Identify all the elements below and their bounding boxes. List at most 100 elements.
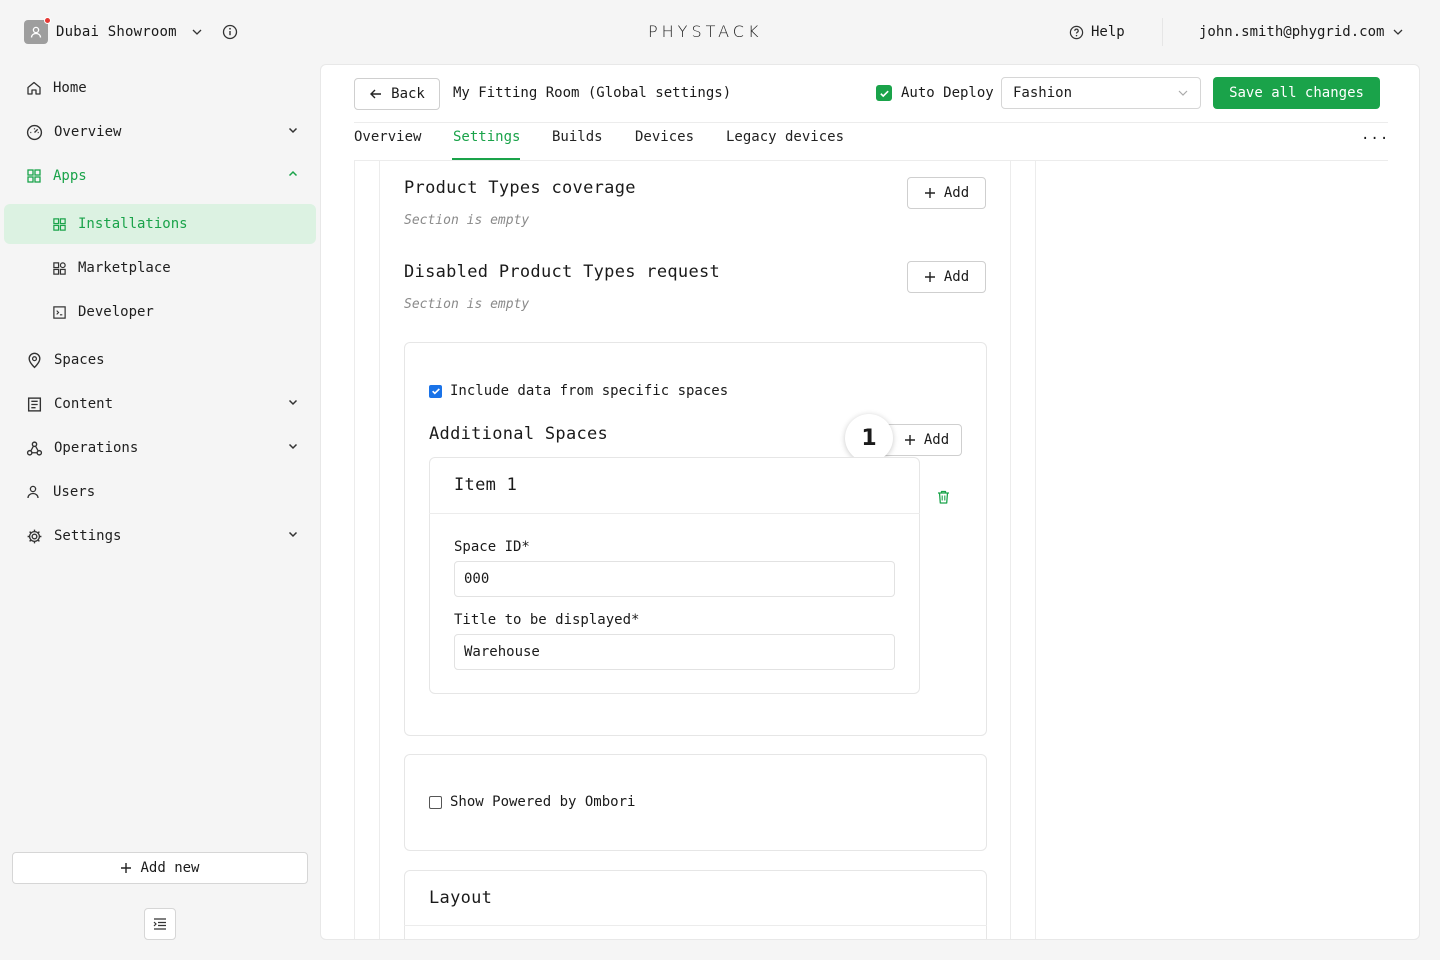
auto-deploy-checkbox[interactable] — [876, 85, 892, 101]
sidebar-item-label: Installations — [78, 216, 188, 232]
category-select[interactable]: Fashion — [1001, 77, 1201, 109]
chevron-down-icon — [1392, 26, 1404, 38]
display-title-input[interactable]: Warehouse — [454, 634, 895, 670]
auto-deploy-label: Auto Deploy — [901, 85, 994, 101]
notification-dot — [44, 17, 51, 24]
space-id-input[interactable]: 000 — [454, 561, 895, 597]
include-spaces-option[interactable]: Include data from specific spaces — [429, 383, 728, 399]
sidebar-item-label: Overview — [54, 124, 122, 140]
sidebar-item-marketplace[interactable]: Marketplace — [52, 256, 171, 280]
section-title: Product Types coverage — [404, 178, 636, 198]
sidebar-item-operations[interactable]: Operations — [26, 436, 316, 460]
plus-icon — [924, 271, 936, 283]
collapse-sidebar-button[interactable] — [144, 908, 176, 940]
sidebar-item-label: Developer — [78, 304, 154, 320]
user-menu[interactable]: john.smith@phygrid.com — [1199, 24, 1404, 40]
arrow-left-icon — [369, 87, 383, 101]
add-new-button[interactable]: Add new — [12, 852, 308, 884]
help-icon — [1069, 25, 1084, 40]
grid-icon — [52, 217, 67, 232]
sidebar-item-users[interactable]: Users — [26, 480, 95, 504]
sidebar-item-label: Content — [54, 396, 114, 412]
terminal-icon — [52, 305, 67, 320]
add-label: Add — [943, 185, 970, 201]
section-empty-text: Section is empty — [404, 213, 530, 228]
dashboard-icon — [26, 124, 43, 141]
sidebar-item-label: Spaces — [54, 352, 105, 368]
additional-spaces-title: Additional Spaces — [429, 424, 609, 444]
sidebar-item-installations[interactable]: Installations — [52, 212, 188, 236]
chevron-up-icon — [287, 168, 299, 180]
add-label: Add — [943, 269, 970, 285]
sidebar-item-spaces[interactable]: Spaces — [26, 348, 105, 372]
chevron-down-icon — [287, 528, 299, 540]
layout-title: Layout — [429, 888, 493, 908]
back-label: Back — [391, 86, 425, 102]
sidebar-item-overview[interactable]: Overview — [26, 120, 316, 144]
add-disabled-type-button[interactable]: Add — [907, 261, 986, 293]
gear-icon — [26, 528, 43, 545]
show-powered-option[interactable]: Show Powered by Ombori — [429, 794, 635, 810]
chevron-down-icon — [287, 396, 299, 408]
column-border — [354, 161, 355, 939]
include-spaces-label: Include data from specific spaces — [450, 383, 729, 399]
more-options-button[interactable]: ... — [1361, 127, 1389, 143]
help-button[interactable]: Help — [1069, 24, 1125, 40]
sidebar-item-label: Users — [53, 484, 96, 500]
content-icon — [26, 396, 43, 413]
header-divider — [1162, 18, 1163, 46]
chevron-down-icon — [191, 26, 203, 38]
back-button[interactable]: Back — [354, 78, 440, 110]
workspace-switcher[interactable]: Dubai Showroom — [24, 17, 203, 45]
page-title: My Fitting Room (Global settings) — [453, 85, 732, 101]
show-powered-checkbox[interactable] — [429, 795, 442, 809]
chevron-down-icon — [287, 124, 299, 136]
column-border — [1010, 161, 1011, 939]
divider — [354, 122, 1388, 123]
sidebar-item-settings[interactable]: Settings — [26, 524, 316, 548]
tab-settings[interactable]: Settings — [453, 129, 520, 145]
trash-icon[interactable] — [937, 490, 950, 504]
plus-icon — [120, 862, 132, 874]
sidebar-item-label: Home — [53, 80, 87, 96]
display-title-label: Title to be displayed* — [454, 612, 640, 628]
tab-builds[interactable]: Builds — [552, 129, 603, 145]
location-pin-icon — [26, 352, 43, 369]
show-powered-label: Show Powered by Ombori — [450, 794, 636, 810]
sidebar-item-label: Marketplace — [78, 260, 171, 276]
add-space-button[interactable]: Add — [881, 424, 962, 456]
save-all-button[interactable]: Save all changes — [1213, 77, 1380, 109]
include-spaces-checkbox[interactable] — [429, 384, 442, 398]
select-value: Fashion — [1013, 85, 1073, 101]
sidebar-item-label: Apps — [53, 168, 87, 184]
users-icon — [26, 484, 42, 500]
item-title: Item 1 — [454, 475, 518, 495]
column-border — [1035, 161, 1036, 939]
add-new-label: Add new — [140, 860, 200, 876]
marketplace-icon — [52, 261, 67, 276]
step-badge: 1 — [845, 414, 893, 462]
tab-devices[interactable]: Devices — [635, 129, 694, 145]
indent-icon — [153, 917, 167, 931]
user-icon — [30, 26, 42, 38]
sidebar-item-content[interactable]: Content — [26, 392, 316, 416]
sidebar-item-apps[interactable]: Apps — [26, 164, 316, 188]
auto-deploy-toggle[interactable]: Auto Deploy — [876, 85, 994, 101]
sidebar-item-developer[interactable]: Developer — [52, 300, 154, 324]
plus-icon — [904, 434, 916, 446]
plus-icon — [924, 187, 936, 199]
section-title: Disabled Product Types request — [404, 262, 721, 282]
tab-legacy-devices[interactable]: Legacy devices — [726, 129, 844, 145]
home-icon — [26, 80, 42, 96]
add-label: Add — [923, 432, 950, 448]
divider — [404, 925, 987, 926]
sidebar-item-home[interactable]: Home — [26, 76, 87, 100]
user-email: john.smith@phygrid.com — [1199, 24, 1385, 40]
section-empty-text: Section is empty — [404, 297, 530, 312]
tab-overview[interactable]: Overview — [354, 129, 421, 145]
space-id-label: Space ID* — [454, 539, 530, 555]
info-icon[interactable] — [222, 24, 238, 40]
add-product-type-button[interactable]: Add — [907, 177, 986, 209]
apps-icon — [26, 168, 42, 184]
main-panel: Back My Fitting Room (Global settings) A… — [320, 64, 1420, 940]
